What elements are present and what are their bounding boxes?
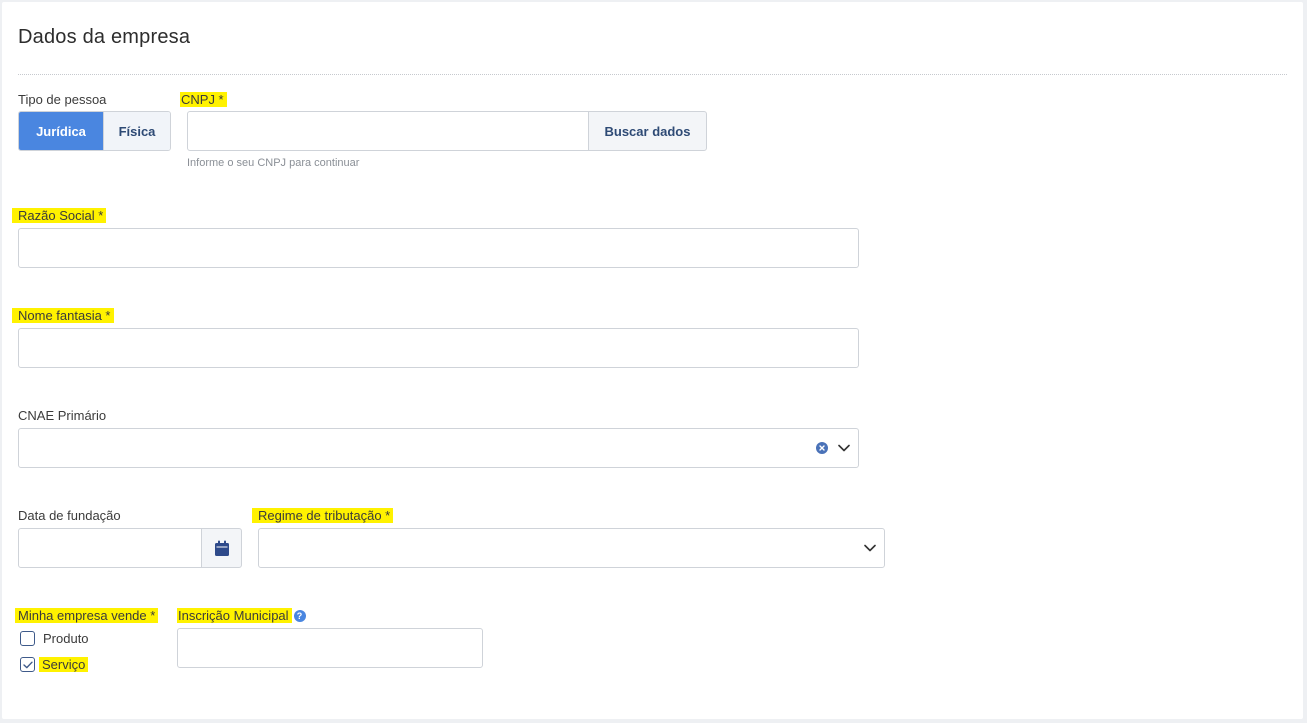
regime-tributacao-select[interactable] (258, 528, 885, 568)
nome-fantasia-label: Nome fantasia * (12, 308, 114, 324)
razao-social-field (18, 228, 859, 268)
produto-label: Produto (43, 631, 89, 646)
nome-fantasia-input[interactable] (19, 329, 858, 367)
question-circle-icon[interactable]: ? (293, 609, 306, 622)
check-icon (22, 661, 33, 668)
buscar-dados-button[interactable]: Buscar dados (588, 111, 707, 151)
inscricao-municipal-field (177, 628, 483, 668)
cnpj-input[interactable] (188, 112, 588, 150)
section-divider (18, 74, 1287, 75)
data-fundacao-input[interactable] (19, 529, 201, 567)
cnae-select[interactable] (18, 428, 859, 468)
vende-label: Minha empresa vende * (15, 608, 159, 624)
tipo-pessoa-label: Tipo de pessoa (18, 92, 107, 107)
cnpj-label: CNPJ * (180, 92, 227, 108)
cnpj-label-text: CNPJ * (180, 92, 227, 107)
produto-checkbox[interactable] (20, 631, 35, 646)
inscricao-municipal-label: Inscrição Municipal? (177, 608, 306, 624)
chevron-down-icon[interactable] (838, 444, 850, 452)
razao-social-label: Razão Social * (12, 208, 107, 224)
regime-tributacao-label: Regime de tributação * (252, 508, 394, 524)
razao-social-label-text: Razão Social * (12, 208, 107, 223)
section-title: Dados da empresa (18, 26, 191, 48)
calendar-button[interactable] (201, 528, 242, 568)
inscricao-municipal-label-text: Inscrição Municipal (177, 608, 292, 623)
form-card: Dados da empresa Tipo de pessoa Jurídica… (2, 2, 1303, 719)
cnpj-field (187, 111, 589, 151)
servico-label: Serviço (39, 657, 89, 672)
cnpj-help-text: Informe o seu CNPJ para continuar (187, 157, 360, 169)
calendar-icon (214, 540, 229, 556)
tipo-pessoa-toggle: Jurídica Física (18, 111, 171, 151)
nome-fantasia-field (18, 328, 859, 368)
razao-social-input[interactable] (19, 229, 858, 267)
servico-label-text: Serviço (39, 657, 89, 672)
fisica-option[interactable]: Física (103, 112, 170, 150)
regime-tributacao-label-text: Regime de tributação * (252, 508, 394, 523)
data-fundacao-label: Data de fundação (18, 508, 121, 523)
chevron-down-icon[interactable] (864, 544, 876, 552)
data-fundacao-field (18, 528, 202, 568)
nome-fantasia-label-text: Nome fantasia * (12, 308, 114, 323)
cnae-label: CNAE Primário (18, 408, 107, 423)
vende-label-text: Minha empresa vende * (15, 608, 159, 623)
clear-circle-icon[interactable] (816, 442, 828, 454)
servico-checkbox[interactable] (20, 657, 35, 672)
inscricao-municipal-input[interactable] (178, 629, 482, 667)
juridica-option[interactable]: Jurídica (19, 112, 103, 150)
